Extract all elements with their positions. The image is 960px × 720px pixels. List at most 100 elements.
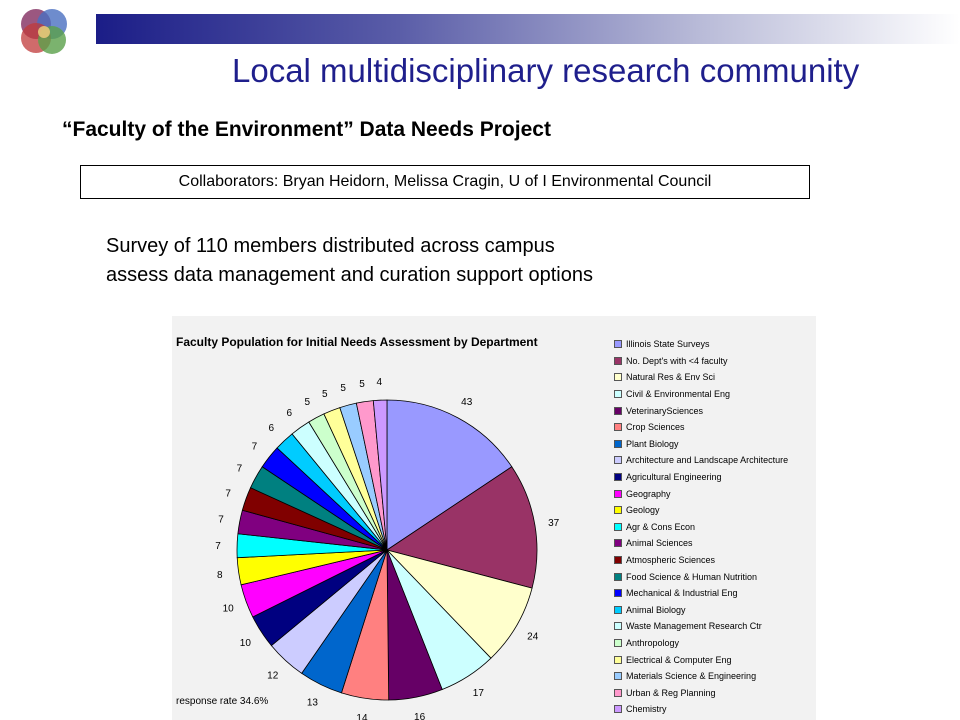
data-label: 16 (414, 712, 426, 720)
legend-entry: Atmospheric Sciences (614, 552, 814, 569)
data-label: 6 (286, 408, 292, 419)
data-label: 8 (217, 570, 223, 581)
legend-entry: Natural Res & Env Sci (614, 369, 814, 386)
header-bar (96, 14, 960, 44)
legend-label: Urban & Reg Planning (626, 687, 716, 698)
data-label: 7 (225, 488, 231, 499)
legend-label: Agricultural Engineering (626, 472, 722, 483)
legend-swatch (614, 705, 622, 714)
legend-swatch (614, 638, 622, 647)
data-label: 5 (322, 389, 328, 400)
data-label: 7 (252, 441, 258, 452)
legend-label: Crop Sciences (626, 422, 685, 433)
data-label: 4 (376, 377, 382, 388)
data-label: 43 (461, 397, 473, 408)
legend-entry: Agricultural Engineering (614, 469, 814, 486)
legend-label: Geography (626, 488, 671, 499)
legend-entry: Food Science & Human Nutrition (614, 568, 814, 585)
survey-line-1: Survey of 110 members distributed across… (106, 235, 555, 257)
data-label: 17 (473, 688, 485, 699)
legend-entry: Electrical & Computer Eng (614, 651, 814, 668)
logo-icon (21, 9, 67, 54)
response-rate-annotation: response rate 34.6% (176, 696, 269, 707)
legend-swatch (614, 539, 622, 548)
legend-swatch (614, 473, 622, 482)
legend-label: Natural Res & Env Sci (626, 372, 716, 383)
legend-swatch (614, 589, 622, 598)
legend-label: Anthropology (626, 637, 680, 648)
legend-label: Electrical & Computer Eng (626, 654, 732, 665)
chart-legend: Illinois State Surveys No. Dept's with <4… (614, 336, 814, 718)
legend-label: Mechanical & Industrial Eng (626, 588, 738, 599)
data-label: 7 (218, 514, 224, 525)
legend-entry: Geology (614, 502, 814, 519)
slide-title: Local multidisciplinary research communi… (232, 52, 860, 89)
legend-swatch (614, 506, 622, 515)
legend-label: Animal Biology (626, 604, 686, 615)
legend-entry: No. Dept's with <4 faculty (614, 353, 814, 370)
legend-swatch (614, 439, 622, 448)
legend-swatch (614, 622, 622, 631)
legend-swatch (614, 572, 622, 581)
legend-swatch (614, 522, 622, 531)
legend-label: Agr & Cons Econ (626, 521, 696, 532)
legend-label: Animal Sciences (626, 538, 693, 549)
legend-swatch (614, 340, 622, 349)
legend-entry: Illinois State Surveys (614, 336, 814, 353)
legend-entry: Mechanical & Industrial Eng (614, 585, 814, 602)
survey-text: Survey of 110 members distributed across… (106, 232, 593, 290)
legend-label: Materials Science & Engineering (626, 671, 757, 682)
legend-entry: Chemistry (614, 701, 814, 718)
legend-swatch (614, 456, 622, 465)
data-label: 6 (269, 423, 275, 434)
chart-title: Faculty Population for Initial Needs Ass… (176, 335, 538, 349)
legend-entry: Plant Biology (614, 436, 814, 453)
legend-label: VeterinarySciences (626, 405, 704, 416)
legend-swatch (614, 605, 622, 614)
legend-label: Civil & Environmental Eng (626, 389, 731, 400)
legend-entry: Agr & Cons Econ (614, 519, 814, 536)
legend-entry: Crop Sciences (614, 419, 814, 436)
legend-entry: Urban & Reg Planning (614, 684, 814, 701)
legend-swatch (614, 556, 622, 565)
slide-subtitle: “Faculty of the Environment” Data Needs … (62, 118, 551, 141)
data-label: 24 (527, 632, 539, 643)
data-label: 37 (548, 518, 560, 529)
data-label: 5 (359, 379, 365, 390)
survey-line-2: assess data management and curation supp… (106, 264, 593, 286)
legend-entry: Anthropology (614, 635, 814, 652)
legend-label: No. Dept's with <4 faculty (626, 355, 728, 366)
data-label: 7 (215, 541, 221, 552)
legend-swatch (614, 373, 622, 382)
legend-swatch (614, 390, 622, 399)
legend-swatch (614, 489, 622, 498)
legend-label: Geology (626, 505, 660, 516)
legend-entry: Civil & Environmental Eng (614, 386, 814, 403)
legend-entry: VeterinarySciences (614, 402, 814, 419)
legend-swatch (614, 688, 622, 697)
data-label: 10 (223, 604, 235, 615)
legend-label: Food Science & Human Nutrition (626, 571, 758, 582)
legend-label: Architecture and Landscape Architecture (626, 455, 789, 466)
legend-label: Waste Management Research Ctr (626, 621, 762, 632)
legend-entry: Geography (614, 485, 814, 502)
data-label: 13 (307, 698, 319, 709)
legend-swatch (614, 672, 622, 681)
legend-entry: Materials Science & Engineering (614, 668, 814, 685)
data-label: 7 (237, 464, 243, 475)
data-label: 5 (304, 397, 310, 408)
collaborators-box: Collaborators: Bryan Heidorn, Melissa Cr… (80, 165, 810, 199)
legend-label: Atmospheric Sciences (626, 555, 716, 566)
legend-swatch (614, 356, 622, 365)
legend-entry: Animal Sciences (614, 535, 814, 552)
legend-swatch (614, 655, 622, 664)
legend-swatch (614, 423, 622, 432)
legend-label: Plant Biology (626, 438, 679, 449)
data-label: 14 (356, 713, 368, 720)
legend-entry: Architecture and Landscape Architecture (614, 452, 814, 469)
legend-label: Illinois State Surveys (626, 339, 710, 350)
legend-entry: Waste Management Research Ctr (614, 618, 814, 635)
data-label: 5 (340, 383, 346, 394)
data-label: 12 (267, 671, 279, 682)
data-label: 10 (240, 638, 252, 649)
